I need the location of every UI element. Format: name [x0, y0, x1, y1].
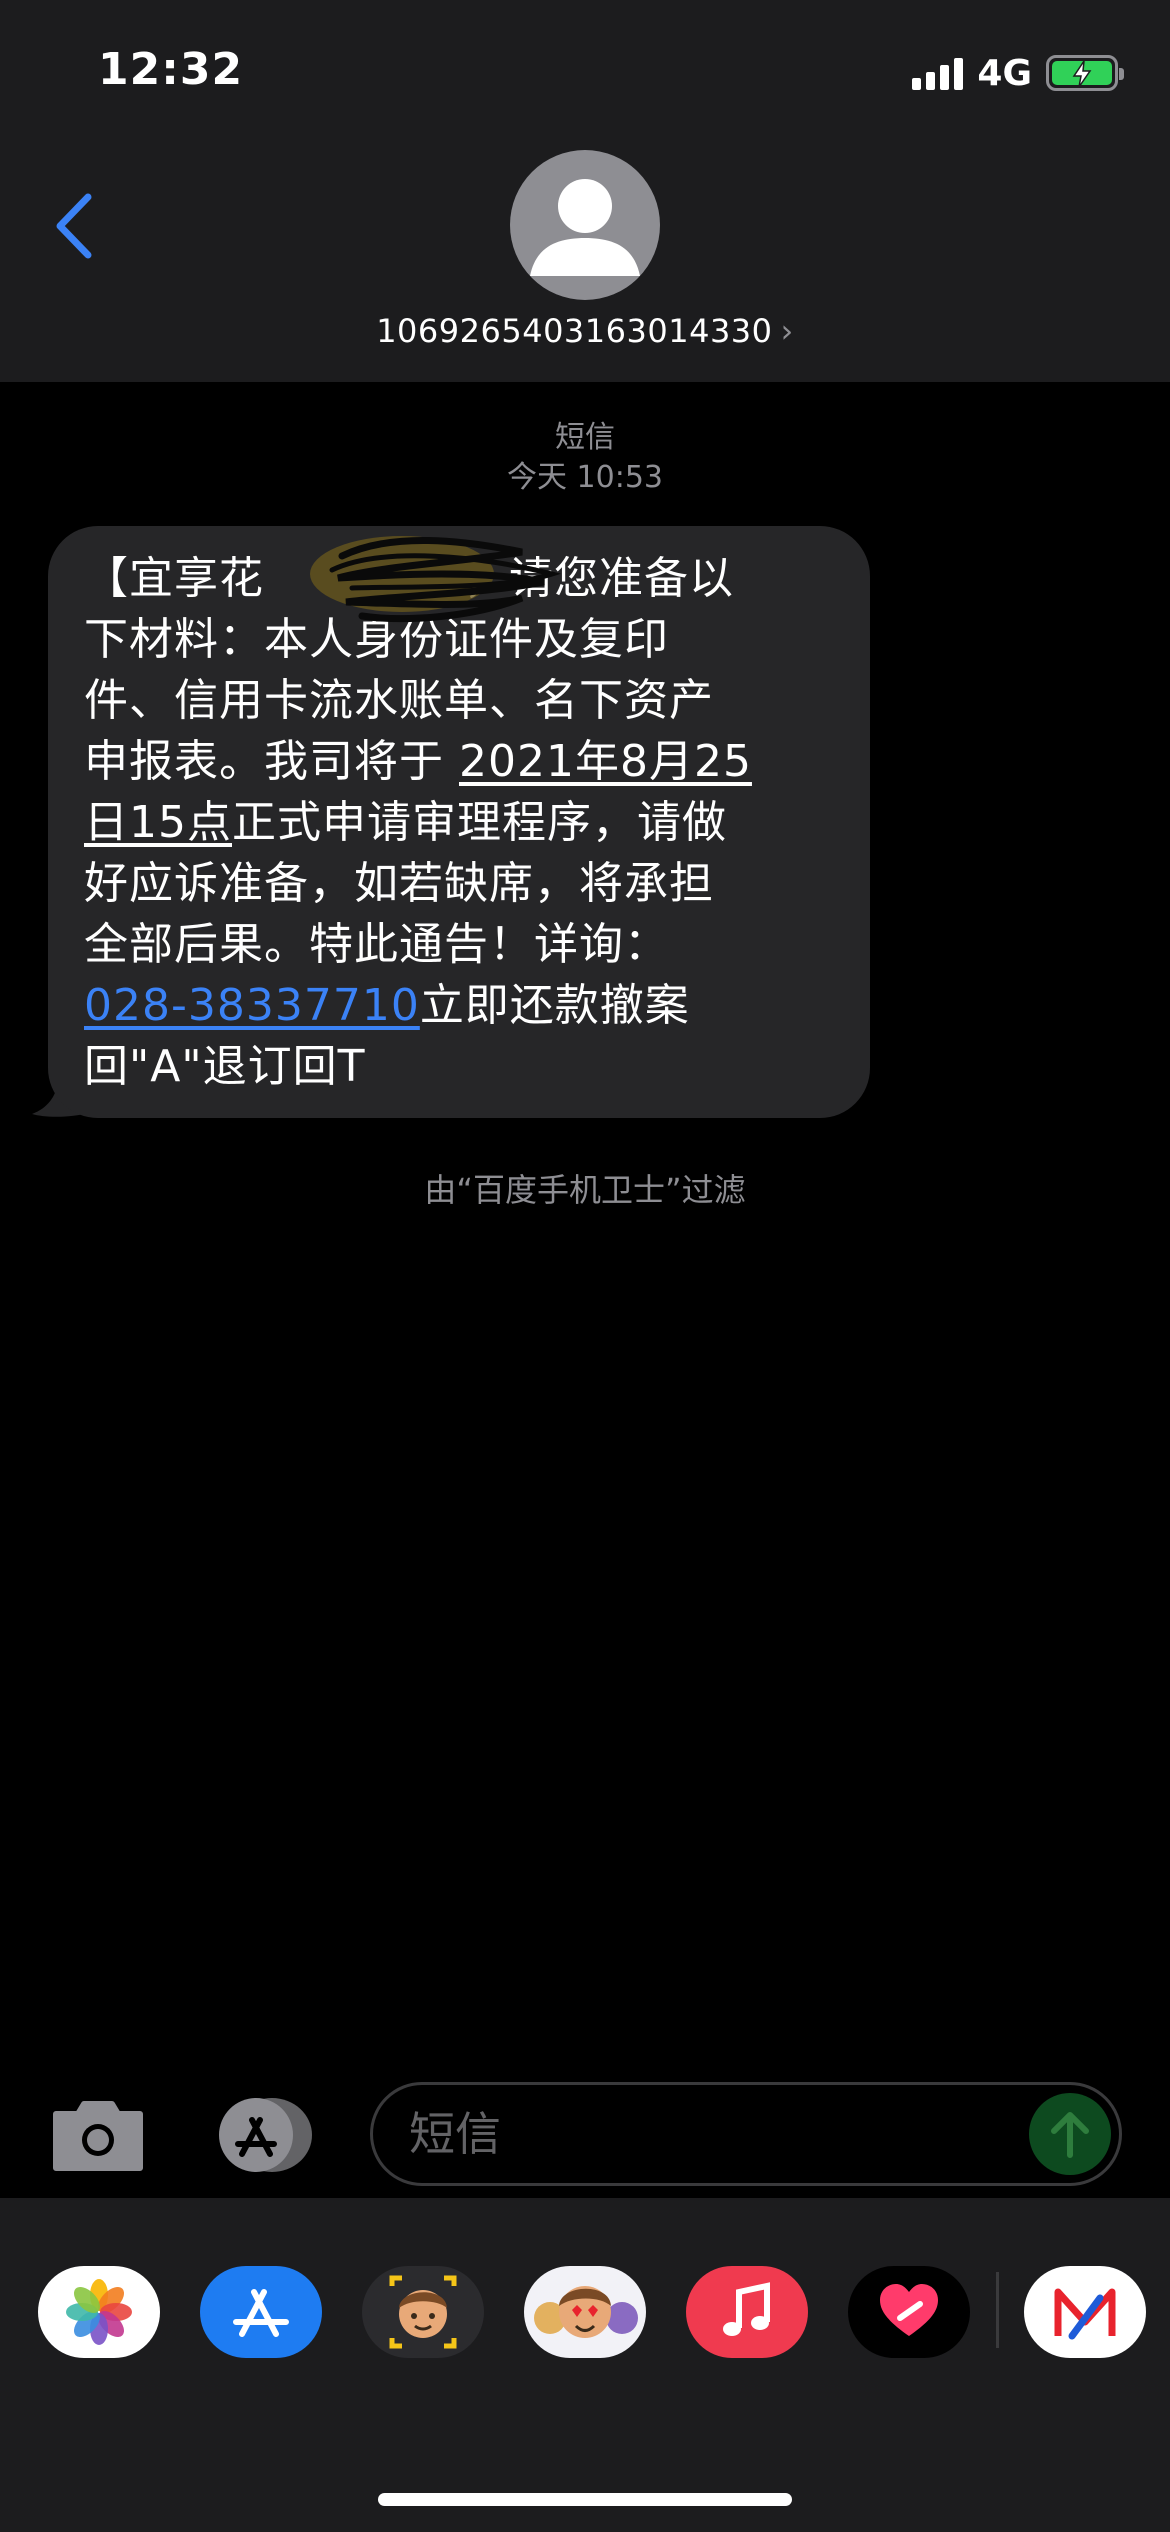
app-store-icon: [219, 2098, 312, 2172]
app-store-button[interactable]: [208, 2096, 318, 2174]
arrow-up-icon: [1051, 2112, 1089, 2158]
memoji-camera-app[interactable]: [362, 2266, 484, 2358]
network-type: 4G: [977, 52, 1032, 94]
stickers-icon: [534, 2286, 638, 2338]
status-time: 12:32: [98, 44, 244, 95]
avatar[interactable]: [510, 150, 660, 300]
home-indicator[interactable]: [378, 2493, 792, 2506]
memoji-stickers-app[interactable]: [524, 2266, 646, 2358]
message-timestamp: 今天 10:53: [507, 460, 663, 495]
message-input-field[interactable]: [370, 2082, 1122, 2186]
service-label: 短信: [555, 420, 615, 455]
music-note-icon: [723, 2282, 770, 2336]
chevron-right-icon: ›: [780, 312, 794, 350]
app-store-a-icon: [233, 2289, 289, 2337]
camera-icon: [53, 2101, 143, 2171]
app-drawer: [0, 2198, 1170, 2532]
third-party-app[interactable]: [1024, 2266, 1146, 2358]
signal-icon: [912, 56, 964, 90]
status-indicators: 4G: [912, 50, 1124, 96]
app-store-app[interactable]: [200, 2266, 322, 2358]
memoji-icon: [389, 2275, 457, 2349]
contact-label: 1069265403163014330: [376, 312, 773, 350]
redaction-scribble: [310, 536, 562, 623]
phone-link[interactable]: 028-38337710: [84, 980, 420, 1031]
photos-app[interactable]: [38, 2266, 160, 2358]
music-app[interactable]: [686, 2266, 808, 2358]
contact-number[interactable]: 1069265403163014330 ›: [0, 312, 1170, 350]
filter-note: 由“百度手机卫士”过滤: [424, 1171, 746, 1209]
heart-icon: [880, 2284, 938, 2336]
m-logo-icon: [1054, 2288, 1116, 2340]
conversation-header: 12:32 4G 1069265403163014330 ›: [0, 0, 1170, 382]
digital-touch-app[interactable]: [848, 2266, 970, 2358]
chevron-left-icon: [56, 193, 92, 259]
camera-button[interactable]: [50, 2096, 146, 2174]
message-bubble[interactable]: 【宜享花 ，请您准备以 下材料：本人身份证件及复印 件、信用卡流水账单、名下资产 …: [48, 526, 870, 1118]
message-input[interactable]: [409, 2101, 1029, 2167]
battery-charging-icon: [1046, 55, 1124, 91]
send-button[interactable]: [1029, 2093, 1111, 2175]
drawer-divider: [996, 2272, 999, 2348]
back-button[interactable]: [44, 188, 104, 264]
photos-icon: [66, 2279, 132, 2345]
person-icon: [530, 179, 640, 276]
